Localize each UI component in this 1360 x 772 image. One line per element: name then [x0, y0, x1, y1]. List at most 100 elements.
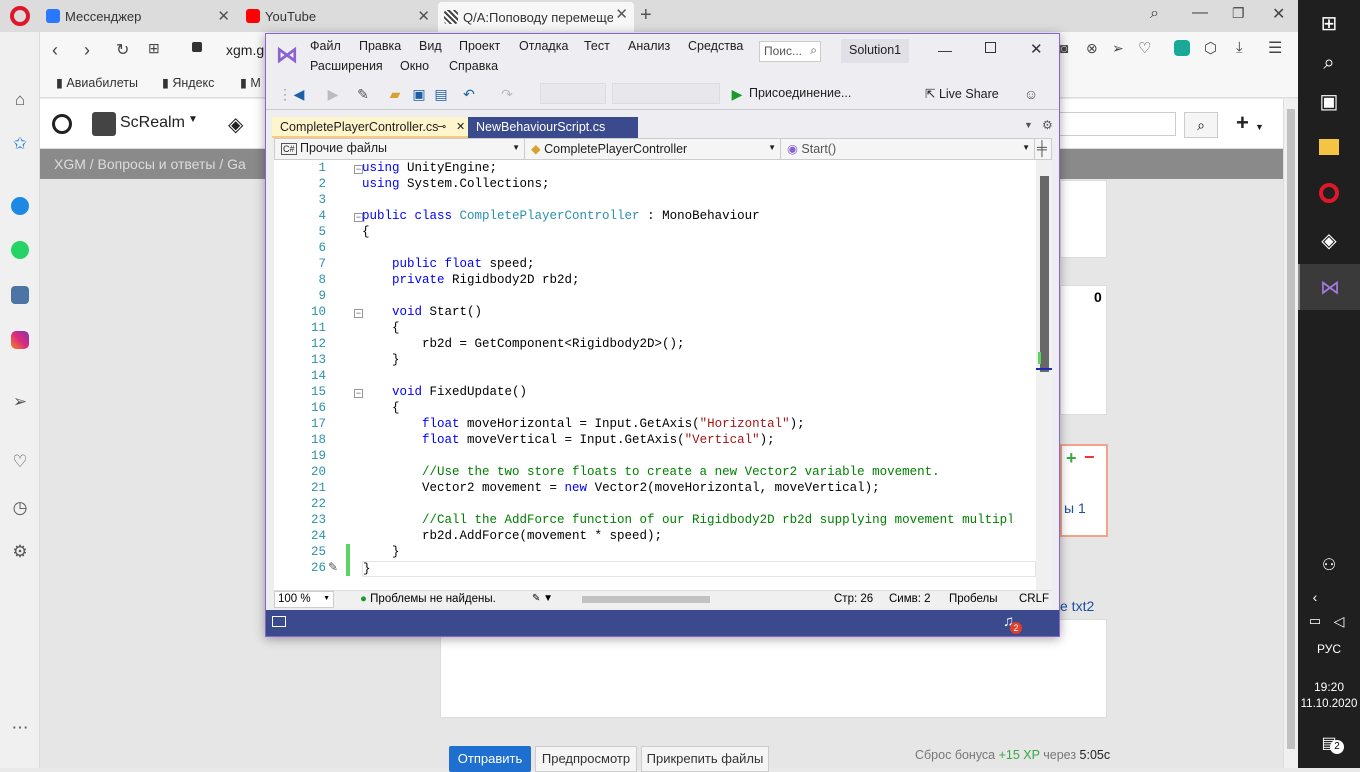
live-share-button[interactable]: ⇱ Live Share [925, 86, 999, 101]
tab-list-dropdown-icon[interactable]: ▼ [1024, 120, 1033, 130]
messenger-icon[interactable] [10, 196, 30, 216]
send-icon[interactable]: ➢ [1112, 40, 1124, 57]
open-folder-icon[interactable]: ▰ [386, 85, 404, 103]
clock-time[interactable]: 19:20 [1298, 680, 1360, 694]
navigate-forward-icon[interactable]: ▶ [324, 85, 342, 103]
configuration-dropdown[interactable] [540, 83, 606, 104]
camera-icon[interactable]: ◙ [1060, 40, 1068, 56]
file-explorer-icon[interactable] [1298, 124, 1360, 170]
history-icon[interactable]: ◷ [10, 498, 30, 518]
menu-icon[interactable]: ☰ [1268, 38, 1282, 58]
close-icon[interactable]: ✕ [456, 120, 465, 133]
restore-window-button[interactable]: ❐ [1232, 5, 1245, 22]
bookmark-item[interactable]: ▮ М [240, 75, 261, 90]
speed-dial-star-icon[interactable]: ✩ [10, 134, 30, 154]
split-editor-icon[interactable]: ╪ [1037, 140, 1047, 156]
bookmark-item[interactable]: ▮ Авиабилеты [56, 75, 138, 90]
site-search-button[interactable]: ⌕ [1184, 112, 1218, 138]
language-indicator[interactable]: РУС [1298, 642, 1360, 656]
whatsapp-icon[interactable] [10, 240, 30, 260]
vs-close-button[interactable]: ✕ [1030, 40, 1043, 58]
brush-dropdown-icon[interactable]: ✎ ▼ [532, 593, 553, 604]
send-button[interactable]: Отправить [449, 746, 531, 772]
tab-xgm-active[interactable]: Q/A:Поповоду перемеще ✕ [438, 2, 634, 32]
close-icon[interactable]: ✕ [217, 7, 230, 25]
instagram-icon[interactable] [10, 330, 30, 350]
txt2-link[interactable]: е txt2 [1060, 598, 1094, 614]
zoom-dropdown[interactable]: 100 % ▼ [274, 591, 334, 608]
attach-files-button[interactable]: Прикрепить файлы [641, 746, 769, 772]
project-dropdown[interactable]: C# Прочие файлы ▼ [275, 139, 525, 159]
menu-view[interactable]: Вид [419, 39, 442, 53]
feedback-icon[interactable]: ☺ [1022, 85, 1040, 103]
opera-menu-icon[interactable] [10, 6, 30, 26]
navigate-back-icon[interactable]: ◀ [290, 85, 308, 103]
menu-project[interactable]: Проект [459, 39, 500, 53]
menu-tools[interactable]: Средства [688, 39, 743, 53]
vs-search-box[interactable]: Поис... ⌕ [759, 41, 821, 62]
attach-button[interactable]: Присоединение... [749, 86, 851, 100]
tab-completeplayercontroller[interactable]: CompletePlayerController.cs ⊸ ✕ [272, 117, 470, 138]
page-scrollbar-thumb[interactable] [1287, 109, 1295, 749]
menu-window[interactable]: Окно [400, 59, 429, 73]
visual-studio-icon[interactable]: ⋈ [1298, 264, 1360, 310]
menu-edit[interactable]: Правка [359, 39, 401, 53]
new-tab-button[interactable]: + [640, 4, 652, 27]
vs-maximize-button[interactable] [985, 42, 996, 53]
bookmark-item[interactable]: ▮ Яндекс [162, 75, 214, 90]
cube-icon[interactable]: ⬡ [1204, 39, 1217, 57]
add-button[interactable]: + ▼ [1236, 110, 1264, 136]
menu-extensions[interactable]: Расширения [310, 59, 383, 73]
menu-test[interactable]: Тест [584, 39, 610, 53]
menu-file[interactable]: Файл [310, 39, 341, 53]
clock-date[interactable]: 11.10.2020 [1298, 698, 1360, 710]
vpn-icon[interactable] [1174, 40, 1190, 56]
volume-icon[interactable]: ◁ [1308, 598, 1360, 644]
opera-icon[interactable] [1298, 170, 1360, 216]
member-dropdown[interactable]: ◉ Start() ▼ [781, 139, 1035, 159]
heart-icon[interactable]: ♡ [1138, 39, 1151, 57]
tab-settings-icon[interactable]: ⚙ [1042, 118, 1053, 132]
tab-youtube[interactable]: YouTube ✕ [240, 4, 436, 28]
settings-gear-icon[interactable]: ⚙ [10, 542, 30, 562]
vk-icon[interactable] [10, 285, 30, 305]
horizontal-scrollbar-thumb[interactable] [582, 596, 710, 603]
url-field[interactable]: xgm.g [226, 42, 264, 58]
quick-action-brush-icon[interactable]: ✎ [328, 560, 338, 574]
notification-center-icon[interactable]: ▤ [1298, 720, 1360, 766]
undo-icon[interactable]: ↶ [460, 85, 478, 103]
heart-icon[interactable]: ♡ [10, 452, 30, 472]
minus-icon[interactable]: − [1084, 447, 1095, 468]
more-icon[interactable]: ⋯ [10, 718, 30, 738]
back-icon[interactable]: ‹ [52, 40, 58, 61]
editor-vertical-scrollbar[interactable] [1036, 160, 1052, 590]
download-icon[interactable]: ⤓ [1236, 39, 1243, 56]
menu-analyze[interactable]: Анализ [628, 39, 670, 53]
close-icon[interactable]: ✕ [417, 7, 430, 25]
minimize-window-button[interactable]: — [1192, 4, 1208, 22]
reload-icon[interactable]: ↻ [116, 40, 129, 60]
pin-icon[interactable]: ⊸ [437, 120, 446, 133]
close-window-button[interactable]: ✕ [1272, 4, 1285, 24]
home-icon[interactable]: ⌂ [10, 90, 30, 110]
tab-messenger[interactable]: Мессенджер ✕ [40, 4, 236, 28]
save-icon[interactable]: ▣ [410, 85, 428, 103]
page-scrollbar[interactable] [1283, 99, 1298, 768]
search-tabs-icon[interactable]: ⌕ [1150, 5, 1159, 23]
new-project-icon[interactable]: ✎ [354, 85, 372, 103]
send-icon[interactable]: ➢ [10, 392, 30, 412]
task-view-icon[interactable]: ▣ [1298, 78, 1360, 124]
site-project-link[interactable]: ScRealm [120, 114, 185, 132]
tab-newbehaviourscript[interactable]: NewBehaviourScript.cs [468, 117, 638, 138]
close-icon[interactable]: ✕ [615, 5, 628, 23]
preview-button[interactable]: Предпросмотр [535, 746, 637, 772]
class-dropdown[interactable]: ◆ CompletePlayerController ▼ [525, 139, 781, 159]
speed-dial-icon[interactable]: ⊞ [148, 40, 160, 57]
redo-icon[interactable]: ↷ [498, 85, 516, 103]
vs-minimize-button[interactable]: — [938, 42, 952, 58]
xgm-logo-icon[interactable] [52, 114, 72, 134]
plus-icon[interactable]: + [1066, 448, 1077, 469]
unity-icon[interactable]: ◈ [1298, 217, 1360, 263]
code-editor[interactable]: 1 2 3 4 5 6 7 8 9 10 11 12 13 14 15 16 1… [274, 160, 1052, 590]
problems-indicator[interactable]: ● Проблемы не найдены. [360, 593, 496, 605]
